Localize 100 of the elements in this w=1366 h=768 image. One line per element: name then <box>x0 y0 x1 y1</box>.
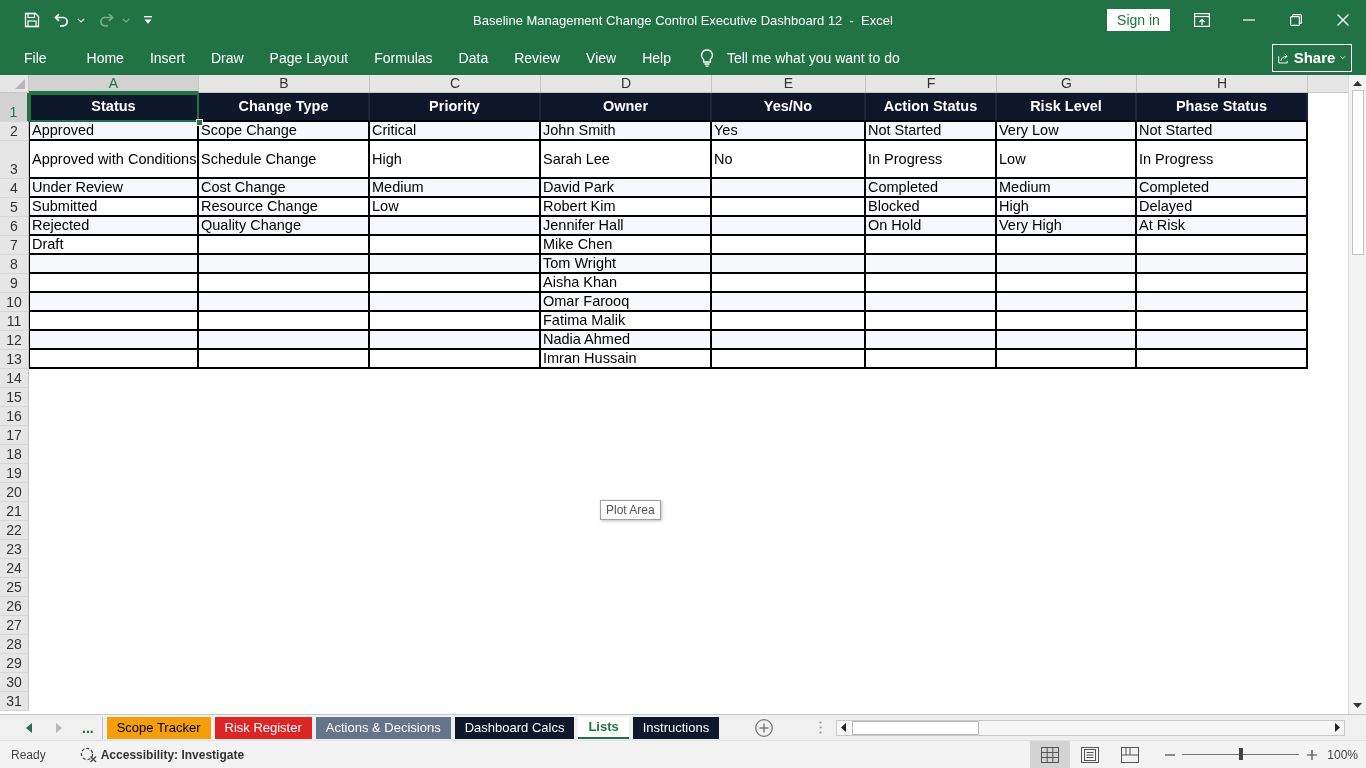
column-header[interactable]: C <box>370 75 541 93</box>
row-header[interactable]: 15 <box>0 388 29 407</box>
column-header[interactable]: G <box>997 75 1137 93</box>
ribbon-tab[interactable]: Review <box>501 42 574 73</box>
table-cell: Phase Status <box>1137 93 1308 122</box>
table-cell: No <box>712 141 866 179</box>
ribbon-tab[interactable]: Data <box>445 42 502 73</box>
sheet-tab[interactable]: Lists <box>578 716 629 739</box>
sheet-tab[interactable]: Actions & Decisions <box>315 716 451 739</box>
table-cell: Completed <box>866 179 997 198</box>
row-header[interactable]: 19 <box>0 464 29 483</box>
row-header[interactable]: 12 <box>0 331 29 350</box>
save-icon[interactable] <box>24 12 40 28</box>
sheet-tab[interactable]: Dashboard Calcs <box>454 716 575 739</box>
table-cell: Priority <box>370 93 541 122</box>
caret-icon <box>1340 55 1346 60</box>
row-header[interactable]: 8 <box>0 255 29 274</box>
row-header[interactable]: 6 <box>0 217 29 236</box>
ribbon-tab[interactable]: Insert <box>136 42 198 73</box>
sheet-tab[interactable]: Instructions <box>632 716 720 739</box>
add-icon[interactable] <box>755 718 774 737</box>
accessibility-status[interactable]: Accessibility: Investigate <box>100 747 245 762</box>
row-header[interactable]: 25 <box>0 578 29 597</box>
minimize-icon[interactable] <box>1242 19 1255 21</box>
ribbon-tab[interactable]: Help <box>629 42 684 73</box>
undo-icon[interactable] <box>54 13 69 27</box>
slider-thumb[interactable] <box>1238 748 1243 760</box>
ellipsis-button[interactable]: ... <box>78 717 98 738</box>
row-header[interactable]: 30 <box>0 673 29 692</box>
row-header[interactable]: 29 <box>0 654 29 673</box>
column-header[interactable]: H <box>1137 75 1308 93</box>
close-icon[interactable] <box>1336 14 1349 26</box>
table-cell: In Progress <box>866 141 997 179</box>
accessibility-icon[interactable] <box>79 746 97 763</box>
ribbon-tab[interactable]: File <box>11 42 60 73</box>
row-header[interactable]: 1 <box>0 93 29 122</box>
ribbon-tab[interactable]: View <box>573 42 630 73</box>
table-cell: Cost Change <box>199 179 370 198</box>
column-header[interactable]: B <box>199 75 370 93</box>
normal-view-button[interactable] <box>1030 741 1071 768</box>
search-field[interactable]: Tell me what you want to do <box>726 49 942 66</box>
row-header[interactable]: 9 <box>0 274 29 293</box>
row-header[interactable]: 20 <box>0 483 29 502</box>
table-cell: Not Started <box>866 122 997 141</box>
caret-icon[interactable] <box>77 17 85 23</box>
fill-handle[interactable] <box>196 119 203 126</box>
sheet-tab[interactable]: Scope Tracker <box>106 716 211 739</box>
lightbulb-icon[interactable] <box>699 48 714 67</box>
table-cell: Low <box>997 141 1137 179</box>
horizontal-scrollbar[interactable] <box>836 719 1345 736</box>
column-header[interactable]: F <box>866 75 997 93</box>
row-header[interactable]: 4 <box>0 179 29 198</box>
right-arrow-icon[interactable] <box>1335 723 1340 732</box>
row-header[interactable]: 3 <box>0 141 29 179</box>
left-arrow-icon[interactable] <box>841 723 846 732</box>
row-header[interactable]: 11 <box>0 312 29 331</box>
vertical-scrollbar[interactable] <box>1348 75 1366 714</box>
row-header[interactable]: 18 <box>0 445 29 464</box>
ribbon-tab[interactable]: Draw <box>197 42 257 73</box>
up-arrow-icon[interactable] <box>1353 81 1362 86</box>
share-button[interactable]: Share <box>1272 43 1352 72</box>
ribbon-tab[interactable]: Page Layout <box>256 42 362 73</box>
row-header[interactable]: 26 <box>0 597 29 616</box>
row-header[interactable]: 5 <box>0 198 29 217</box>
row-header[interactable]: 28 <box>0 635 29 654</box>
row-header[interactable]: 31 <box>0 692 29 711</box>
column-header[interactable]: D <box>541 75 712 93</box>
ribbon-tab[interactable]: Formulas <box>361 42 446 73</box>
row-header[interactable]: 21 <box>0 502 29 521</box>
table-cell: Yes <box>712 122 866 141</box>
row-header[interactable]: 2 <box>0 122 29 141</box>
sign-in-button[interactable]: Sign in <box>1107 9 1170 31</box>
column-header[interactable]: E <box>712 75 866 93</box>
table-cell: Rejected <box>29 217 199 236</box>
row-header[interactable]: 23 <box>0 540 29 559</box>
table-cell: Critical <box>370 122 541 141</box>
zoom-level[interactable]: 100% <box>1327 747 1358 762</box>
dropdown-icon[interactable] <box>144 16 152 24</box>
row-header[interactable]: 16 <box>0 407 29 426</box>
restore-icon[interactable] <box>1289 14 1302 26</box>
scrollbar-thumb[interactable] <box>852 720 979 735</box>
row-header[interactable]: 22 <box>0 521 29 540</box>
row-header[interactable]: 10 <box>0 293 29 312</box>
row-header[interactable]: 14 <box>0 369 29 388</box>
plus-icon[interactable] <box>1307 749 1318 760</box>
column-header[interactable]: A <box>29 75 199 93</box>
sheet-tab[interactable]: Risk Register <box>214 716 312 739</box>
minus-icon[interactable] <box>1165 753 1176 756</box>
down-arrow-icon[interactable] <box>1353 703 1362 708</box>
row-header[interactable]: 27 <box>0 616 29 635</box>
table-cell: Delayed <box>1137 198 1308 217</box>
row-header[interactable]: 24 <box>0 559 29 578</box>
vertical-dots-icon[interactable] <box>819 721 822 734</box>
row-header[interactable]: 13 <box>0 350 29 369</box>
row-header[interactable]: 7 <box>0 236 29 255</box>
table-cell: Completed <box>1137 179 1308 198</box>
ribbon-tab[interactable]: Home <box>73 42 137 73</box>
row-header[interactable]: 17 <box>0 426 29 445</box>
table-cell: Aisha Khan <box>541 274 712 293</box>
scrollbar-thumb[interactable] <box>1351 90 1364 255</box>
